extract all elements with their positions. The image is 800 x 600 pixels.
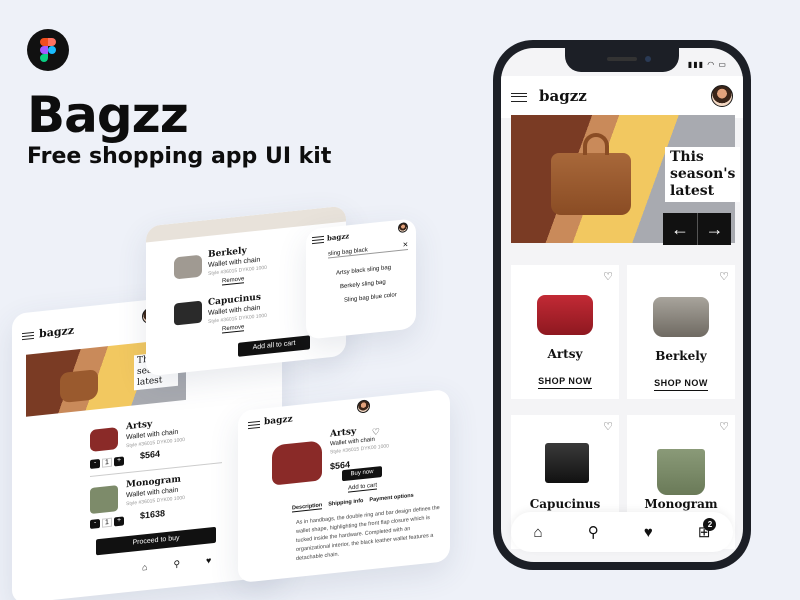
shop-now-button[interactable]: SHOP NOW: [538, 376, 592, 389]
search-suggestion[interactable]: Sling bag blue color: [344, 292, 397, 304]
qty-minus-button[interactable]: -: [90, 458, 100, 469]
app-logo: bagzz: [264, 414, 293, 428]
shop-now-button[interactable]: SHOP NOW: [654, 378, 708, 391]
phone-notch: [565, 48, 679, 72]
avatar[interactable]: [398, 222, 408, 234]
product-thumb: [174, 254, 202, 280]
qty-value: 1: [102, 457, 112, 468]
heart-icon[interactable]: ♥: [206, 555, 211, 567]
qty-minus-button[interactable]: -: [90, 518, 100, 529]
heart-icon[interactable]: ♥: [644, 524, 653, 541]
product-image: [545, 443, 589, 483]
product-image: [653, 297, 709, 337]
status-bar-icons: ▮▮▮ ◠ ▭: [687, 60, 727, 69]
tab-payment-options[interactable]: Payment options: [369, 493, 413, 505]
product-name: Berkely: [655, 349, 707, 363]
product-card[interactable]: ♡ Artsy SHOP NOW: [511, 265, 619, 399]
close-icon[interactable]: ×: [403, 239, 408, 250]
product-image: [272, 440, 322, 486]
search-icon[interactable]: ⚲: [588, 523, 599, 541]
menu-icon[interactable]: [312, 235, 324, 245]
product-name: Artsy: [547, 347, 583, 361]
product-image: [537, 295, 593, 335]
menu-icon[interactable]: [22, 331, 34, 341]
hero-bag-image: [60, 369, 98, 404]
hero-text-line: season's: [670, 166, 736, 182]
cart-icon[interactable]: ⊞ 2: [698, 518, 717, 541]
product-thumb: [90, 485, 118, 514]
app-logo: bagzz: [539, 87, 587, 105]
hero-text-line: This: [670, 149, 704, 165]
heart-icon[interactable]: ♡: [719, 420, 729, 433]
hero-bag-image: [551, 153, 631, 215]
hero-text-line: latest: [670, 183, 715, 199]
qty-plus-button[interactable]: +: [114, 456, 124, 467]
tab-description[interactable]: Description: [292, 502, 323, 513]
phone-frame: bagzz ▮▮▮ ◠ ▭ This season's latest ← → ♡…: [493, 40, 751, 570]
remove-link[interactable]: Remove: [222, 276, 245, 286]
hero-banner: This season's latest ← →: [511, 115, 741, 245]
product-thumb: [174, 300, 202, 326]
hero-prev-button[interactable]: ←: [663, 213, 697, 245]
menu-icon[interactable]: [511, 93, 527, 102]
app-header: bagzz: [501, 76, 743, 118]
search-icon[interactable]: ⚲: [173, 559, 180, 571]
product-description-text: As in handbags, the double ring and bar …: [296, 504, 440, 563]
search-suggestion[interactable]: Artsy black sling bag: [336, 265, 391, 277]
hero-next-button[interactable]: →: [697, 213, 731, 245]
qty-value: 1: [102, 517, 112, 528]
home-icon[interactable]: ⌂: [142, 562, 147, 574]
cart-item-name: Artsy: [126, 419, 153, 433]
avatar[interactable]: [357, 399, 370, 414]
heart-icon[interactable]: ♡: [719, 270, 729, 283]
product-image: [657, 449, 705, 495]
brand-title: Bagzz: [27, 86, 189, 144]
remove-link[interactable]: Remove: [222, 324, 245, 334]
cart-item-price: $564: [140, 448, 161, 461]
home-icon[interactable]: ⌂: [534, 524, 543, 541]
cart-item-price: $1638: [140, 508, 166, 521]
qty-plus-button[interactable]: +: [114, 516, 124, 527]
brand-subtitle: Free shopping app UI kit: [27, 144, 332, 169]
bottom-nav: ⌂ ⚲ ♥ ⊞ 2: [511, 512, 733, 552]
proceed-to-buy-button[interactable]: Proceed to buy: [96, 526, 216, 556]
figma-logo-icon: [27, 29, 69, 71]
product-name: Capucinus: [529, 497, 601, 511]
app-logo: bagzz: [327, 231, 350, 243]
menu-icon[interactable]: [248, 420, 260, 430]
app-logo: bagzz: [39, 323, 75, 341]
search-suggestion[interactable]: Berkely sling bag: [340, 279, 386, 290]
heart-icon[interactable]: ♡: [603, 420, 613, 433]
product-name: Monogram: [644, 497, 718, 511]
search-input[interactable]: sling bag black: [328, 243, 408, 259]
product-card[interactable]: ♡ Berkely SHOP NOW: [627, 265, 735, 399]
hero-tagline: This season's latest: [665, 147, 741, 202]
tab-shipping-info[interactable]: Shipping info: [328, 498, 363, 509]
home-screen: bagzz ▮▮▮ ◠ ▭ This season's latest ← → ♡…: [501, 48, 743, 562]
product-detail-screen: bagzz Artsy ♡ Wallet with chain Style #3…: [238, 388, 450, 584]
product-name: Artsy: [330, 426, 357, 440]
product-thumb: [90, 427, 118, 452]
search-screen: bagzz sling bag black × Artsy black slin…: [306, 218, 416, 340]
add-to-cart-link[interactable]: Add to cart: [348, 482, 378, 493]
add-all-to-cart-button[interactable]: Add all to cart: [238, 335, 310, 357]
heart-icon[interactable]: ♡: [603, 270, 613, 283]
cart-list: Artsy Wallet with chain Style #36015 DYK…: [82, 401, 230, 567]
avatar[interactable]: [711, 85, 733, 107]
cart-count-badge: 2: [703, 518, 717, 531]
